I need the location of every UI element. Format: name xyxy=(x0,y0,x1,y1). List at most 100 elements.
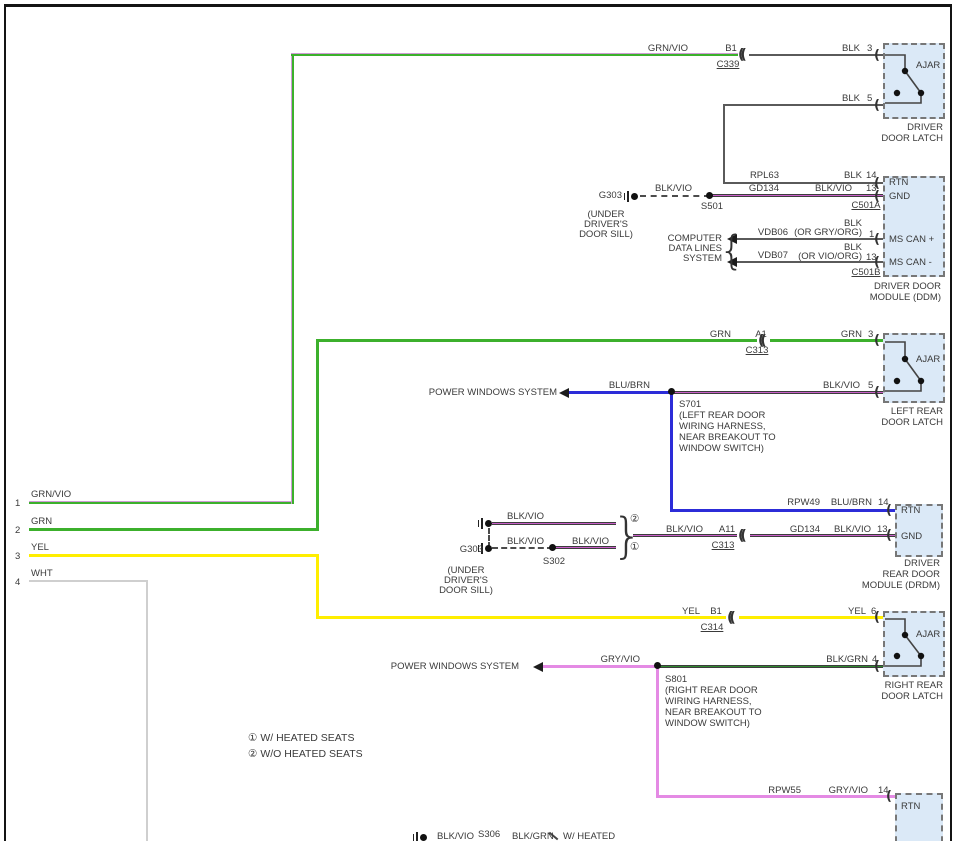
g303-location-3: DOOR SILL) xyxy=(579,229,633,240)
connector-c313-a11: C313 xyxy=(712,540,735,551)
bottom-splice-s306: S306 xyxy=(478,829,500,840)
power-windows-system-2: POWER WINDOWS SYSTEM xyxy=(391,661,519,672)
right-rear-door-latch-box xyxy=(883,611,945,677)
pin-connector-icon xyxy=(874,334,880,347)
connector-c501b: C501B xyxy=(851,267,880,278)
wire-color-can-plus-2: (OR GRY/ORG) xyxy=(794,227,862,238)
ajar-left-rear: AJAR xyxy=(916,354,940,365)
wire-color-blkvio-s701: BLK/VIO xyxy=(823,380,860,391)
wire-blubrn-vertical xyxy=(670,391,673,512)
splice-s302-dot xyxy=(549,544,556,551)
connector-c314: C314 xyxy=(701,622,724,633)
wire-blubrn-rpw49 xyxy=(670,509,895,512)
drdm-pin-gnd: GND xyxy=(901,531,922,542)
circuit-gd134-ddm: GD134 xyxy=(749,183,779,194)
inline-connector-icon-c314 xyxy=(727,611,732,625)
wire-grn-top xyxy=(316,339,757,342)
pin-14-bottom: 14 xyxy=(878,785,889,796)
s701-location-3: NEAR BREAKOUT TO xyxy=(679,432,776,443)
wire-yel-top xyxy=(316,616,726,619)
arrow-left-icon xyxy=(559,388,569,398)
wire-color-yel-1: YEL xyxy=(682,606,700,617)
connector-c501a: C501A xyxy=(851,200,880,211)
ajar-driver-latch: AJAR xyxy=(916,60,940,71)
pin-13-ddm-gnd: 13 xyxy=(866,183,877,194)
connector-pin-a1: A1 xyxy=(755,329,767,340)
wire-color-blkvio-gnd: BLK/VIO xyxy=(815,183,852,194)
pin-6-right-rear: 6 xyxy=(871,606,876,617)
ddm-pin-can-minus: MS CAN - xyxy=(889,257,932,268)
pin-connector-icon xyxy=(874,386,880,399)
wire-blk-rtn xyxy=(723,182,883,184)
drdm-title-2: REAR DOOR xyxy=(882,569,940,580)
wire-color-blkgrn: BLK/GRN xyxy=(826,654,868,665)
wire-blkvio-gd134-drdm xyxy=(750,534,895,537)
left-wire-2-num: 2 xyxy=(15,525,20,536)
connector-c313-a1: C313 xyxy=(746,345,769,356)
brace-computer-data-lines xyxy=(719,231,744,271)
drdm-title-3: MODULE (DRDM) xyxy=(862,580,940,591)
wire-color-grn-1: GRN xyxy=(710,329,731,340)
bottom-module-pin-rtn: RTN xyxy=(901,801,920,812)
left-rear-latch-title-2: DOOR LATCH xyxy=(881,417,943,428)
right-rear-latch-title-1: RIGHT REAR xyxy=(885,680,943,691)
wire-color-blk-rtn: BLK xyxy=(844,170,862,181)
wire-blk-pin5 xyxy=(723,104,883,106)
wire-color-blkvio-a11: BLK/VIO xyxy=(666,524,703,535)
wire-grn-left xyxy=(29,528,317,531)
splice-s501-dot xyxy=(706,192,713,199)
right-rear-latch-title-2: DOOR LATCH xyxy=(881,691,943,702)
left-wire-3-color: YEL xyxy=(31,542,49,553)
splice-s701-label: S701 xyxy=(679,399,701,410)
splice-s801-label: S801 xyxy=(665,674,687,685)
wire-blkvio-gd134-ddm xyxy=(710,194,883,197)
pin-13-drdm: 13 xyxy=(877,524,888,535)
s701-location-4: WINDOW SWITCH) xyxy=(679,443,764,454)
left-wire-1-num: 1 xyxy=(15,498,20,509)
wire-blkvio-g303-upper xyxy=(492,522,616,525)
pin-14-ddm: 14 xyxy=(866,170,877,181)
wire-grn-latch xyxy=(770,339,883,342)
circuit-vdb06: VDB06 xyxy=(758,227,788,238)
splice-s701-dot xyxy=(668,388,675,395)
wire-color-blubrn-2: BLU/BRN xyxy=(831,497,872,508)
pin-connector-icon xyxy=(874,49,880,62)
inline-connector-icon-c313-a11 xyxy=(738,529,743,543)
wire-grn-vertical xyxy=(316,339,319,531)
wire-color-grnvio-top: GRN/VIO xyxy=(648,43,688,54)
wire-grnvio-vertical xyxy=(291,53,294,504)
left-wire-3-num: 3 xyxy=(15,551,20,562)
left-rear-latch-title-1: LEFT REAR xyxy=(891,406,943,417)
wire-color-blubrn-1: BLU/BRN xyxy=(609,380,650,391)
circuit-gd134-drdm: GD134 xyxy=(790,524,820,535)
wire-color-grn-2: GRN xyxy=(841,329,862,340)
pin-connector-icon xyxy=(874,99,880,112)
pin-14-drdm: 14 xyxy=(878,497,889,508)
pin-5-left-rear: 5 xyxy=(868,380,873,391)
wire-color-yel-2: YEL xyxy=(848,606,866,617)
circuit-rpw55: RPW55 xyxy=(768,785,801,796)
wire-gryvio-pws xyxy=(543,665,658,668)
ground-g303-label: G303 xyxy=(599,190,622,201)
connector-c339: C339 xyxy=(717,59,740,70)
s701-location-2: WIRING HARNESS, xyxy=(679,421,766,432)
circuit-vdb07: VDB07 xyxy=(758,250,788,261)
wire-blk-vertical xyxy=(723,104,725,184)
wire-color-gryvio-2: GRY/VIO xyxy=(829,785,868,796)
note-2: ② W/O HEATED SEATS xyxy=(248,749,363,760)
wire-grnvio-left xyxy=(29,501,292,504)
wire-blkvio-dashed-s302 xyxy=(492,547,553,549)
ajar-switch-icon xyxy=(885,613,943,675)
s801-location-4: WINDOW SWITCH) xyxy=(665,718,750,729)
wire-color-blkvio-s501: BLK/VIO xyxy=(655,183,692,194)
wire-blk-pin3 xyxy=(749,54,883,56)
pin-3-driver-latch: 3 xyxy=(867,43,872,54)
circuit-rpl63: RPL63 xyxy=(750,170,779,181)
connector-pin-b1: B1 xyxy=(725,43,737,54)
splice-s801-dot xyxy=(654,662,661,669)
drdm-pin-rtn: RTN xyxy=(901,505,920,516)
wire-blkvio-left-rear xyxy=(672,391,883,394)
s701-location-1: (LEFT REAR DOOR xyxy=(679,410,765,421)
wire-color-gryvio-1: GRY/VIO xyxy=(601,654,640,665)
s801-location-1: (RIGHT REAR DOOR xyxy=(665,685,758,696)
